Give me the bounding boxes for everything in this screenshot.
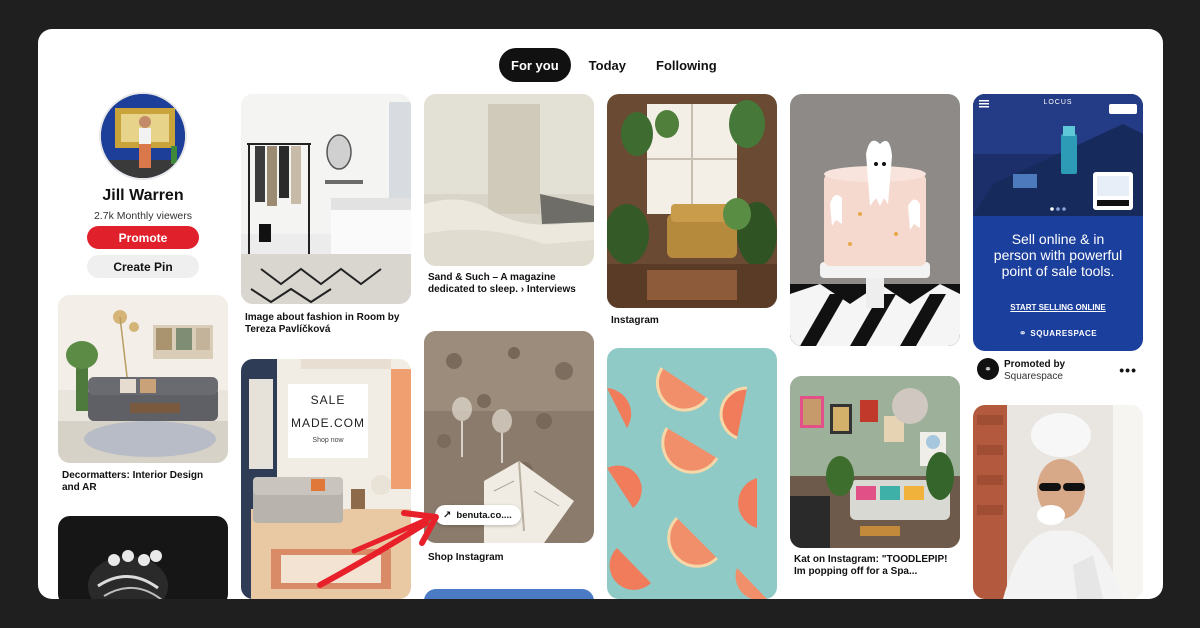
app-window: For you Today Following Jill Warren 2.7k… [38, 29, 1163, 599]
pin-title: Instagram [611, 315, 659, 326]
pin-towel-selfie[interactable] [973, 405, 1143, 599]
squarespace-logo-icon[interactable]: ⚭ [977, 358, 999, 380]
pin-squarespace-ad[interactable]: LOCUS Sell online & in person with power… [973, 94, 1143, 351]
tab-for-you[interactable]: For you [499, 48, 571, 82]
avatar-photo [101, 94, 185, 178]
promoted-label: Promoted by [1004, 359, 1066, 370]
pin-fashion-room[interactable]: Image about fashion in Room by Tereza Pa… [241, 94, 411, 339]
pin-ghost-cake[interactable] [790, 94, 960, 346]
more-icon[interactable]: ••• [1119, 362, 1137, 378]
ad-headline: Sell online & in person with powerful po… [993, 231, 1123, 279]
pin-image [607, 348, 777, 599]
sale-line3: Shop now [312, 437, 344, 444]
create-pin-button[interactable]: Create Pin [87, 255, 199, 278]
ad-cta-link[interactable]: START SELLING ONLINE [991, 303, 1125, 312]
pin-image [790, 376, 960, 548]
pin-title: Sand & Such – A magazine dedicated to sl… [428, 272, 576, 295]
ad-brand-top: LOCUS [1043, 99, 1073, 106]
pin-image [241, 94, 411, 304]
pin-sand-such[interactable]: Sand & Such – A magazine dedicated to sl… [424, 94, 594, 314]
pin-instagram-plants[interactable]: Instagram [607, 94, 777, 329]
pin-image [424, 94, 594, 266]
promoted-brand[interactable]: Squarespace [1004, 371, 1063, 382]
avatar[interactable] [99, 92, 187, 180]
squarespace-logo-icon: ⚭ [1018, 328, 1027, 338]
pin-image [790, 94, 960, 346]
sale-line2: MADE.COM [291, 416, 365, 430]
pin-dark-art[interactable] [58, 516, 228, 599]
pin-image [58, 295, 228, 463]
profile-name: Jill Warren [102, 187, 184, 204]
red-arrow-annotation [317, 510, 439, 588]
pin-title: Image about fashion in Room by Tereza Pa… [245, 312, 400, 335]
profile-viewers: 2.7k Monthly viewers [93, 210, 193, 222]
pin-image: LOCUS Sell online & in person with power… [973, 94, 1143, 351]
ad-logo: ⚭ SQUARESPACE [1013, 328, 1103, 339]
feed-tabs: For you Today Following [38, 48, 1163, 82]
promoted-by-row: ⚭ Promoted by Squarespace ••• [973, 356, 1145, 386]
sale-line1: SALE [310, 393, 346, 407]
ad-logo-text: SQUARESPACE [1030, 329, 1098, 338]
pin-decormatters[interactable]: Decormatters: Interior Design and AR [58, 295, 228, 495]
pin-title: Kat on Instagram: "TOODLEPIP! Im popping… [794, 554, 948, 577]
pin-image [973, 405, 1143, 599]
sale-banner: SALE MADE.COM Shop now [288, 384, 368, 458]
pin-kat-instagram[interactable]: Kat on Instagram: "TOODLEPIP! Im popping… [790, 376, 960, 599]
pin-grapefruit[interactable] [607, 348, 777, 599]
tab-today[interactable]: Today [577, 48, 638, 82]
pin-image [58, 516, 228, 599]
pin-image [607, 94, 777, 308]
promote-button[interactable]: Promote [87, 226, 199, 249]
pin-title: Decormatters: Interior Design and AR [62, 470, 204, 493]
tab-following[interactable]: Following [644, 48, 729, 82]
profile-card: Jill Warren 2.7k Monthly viewers [88, 92, 198, 222]
